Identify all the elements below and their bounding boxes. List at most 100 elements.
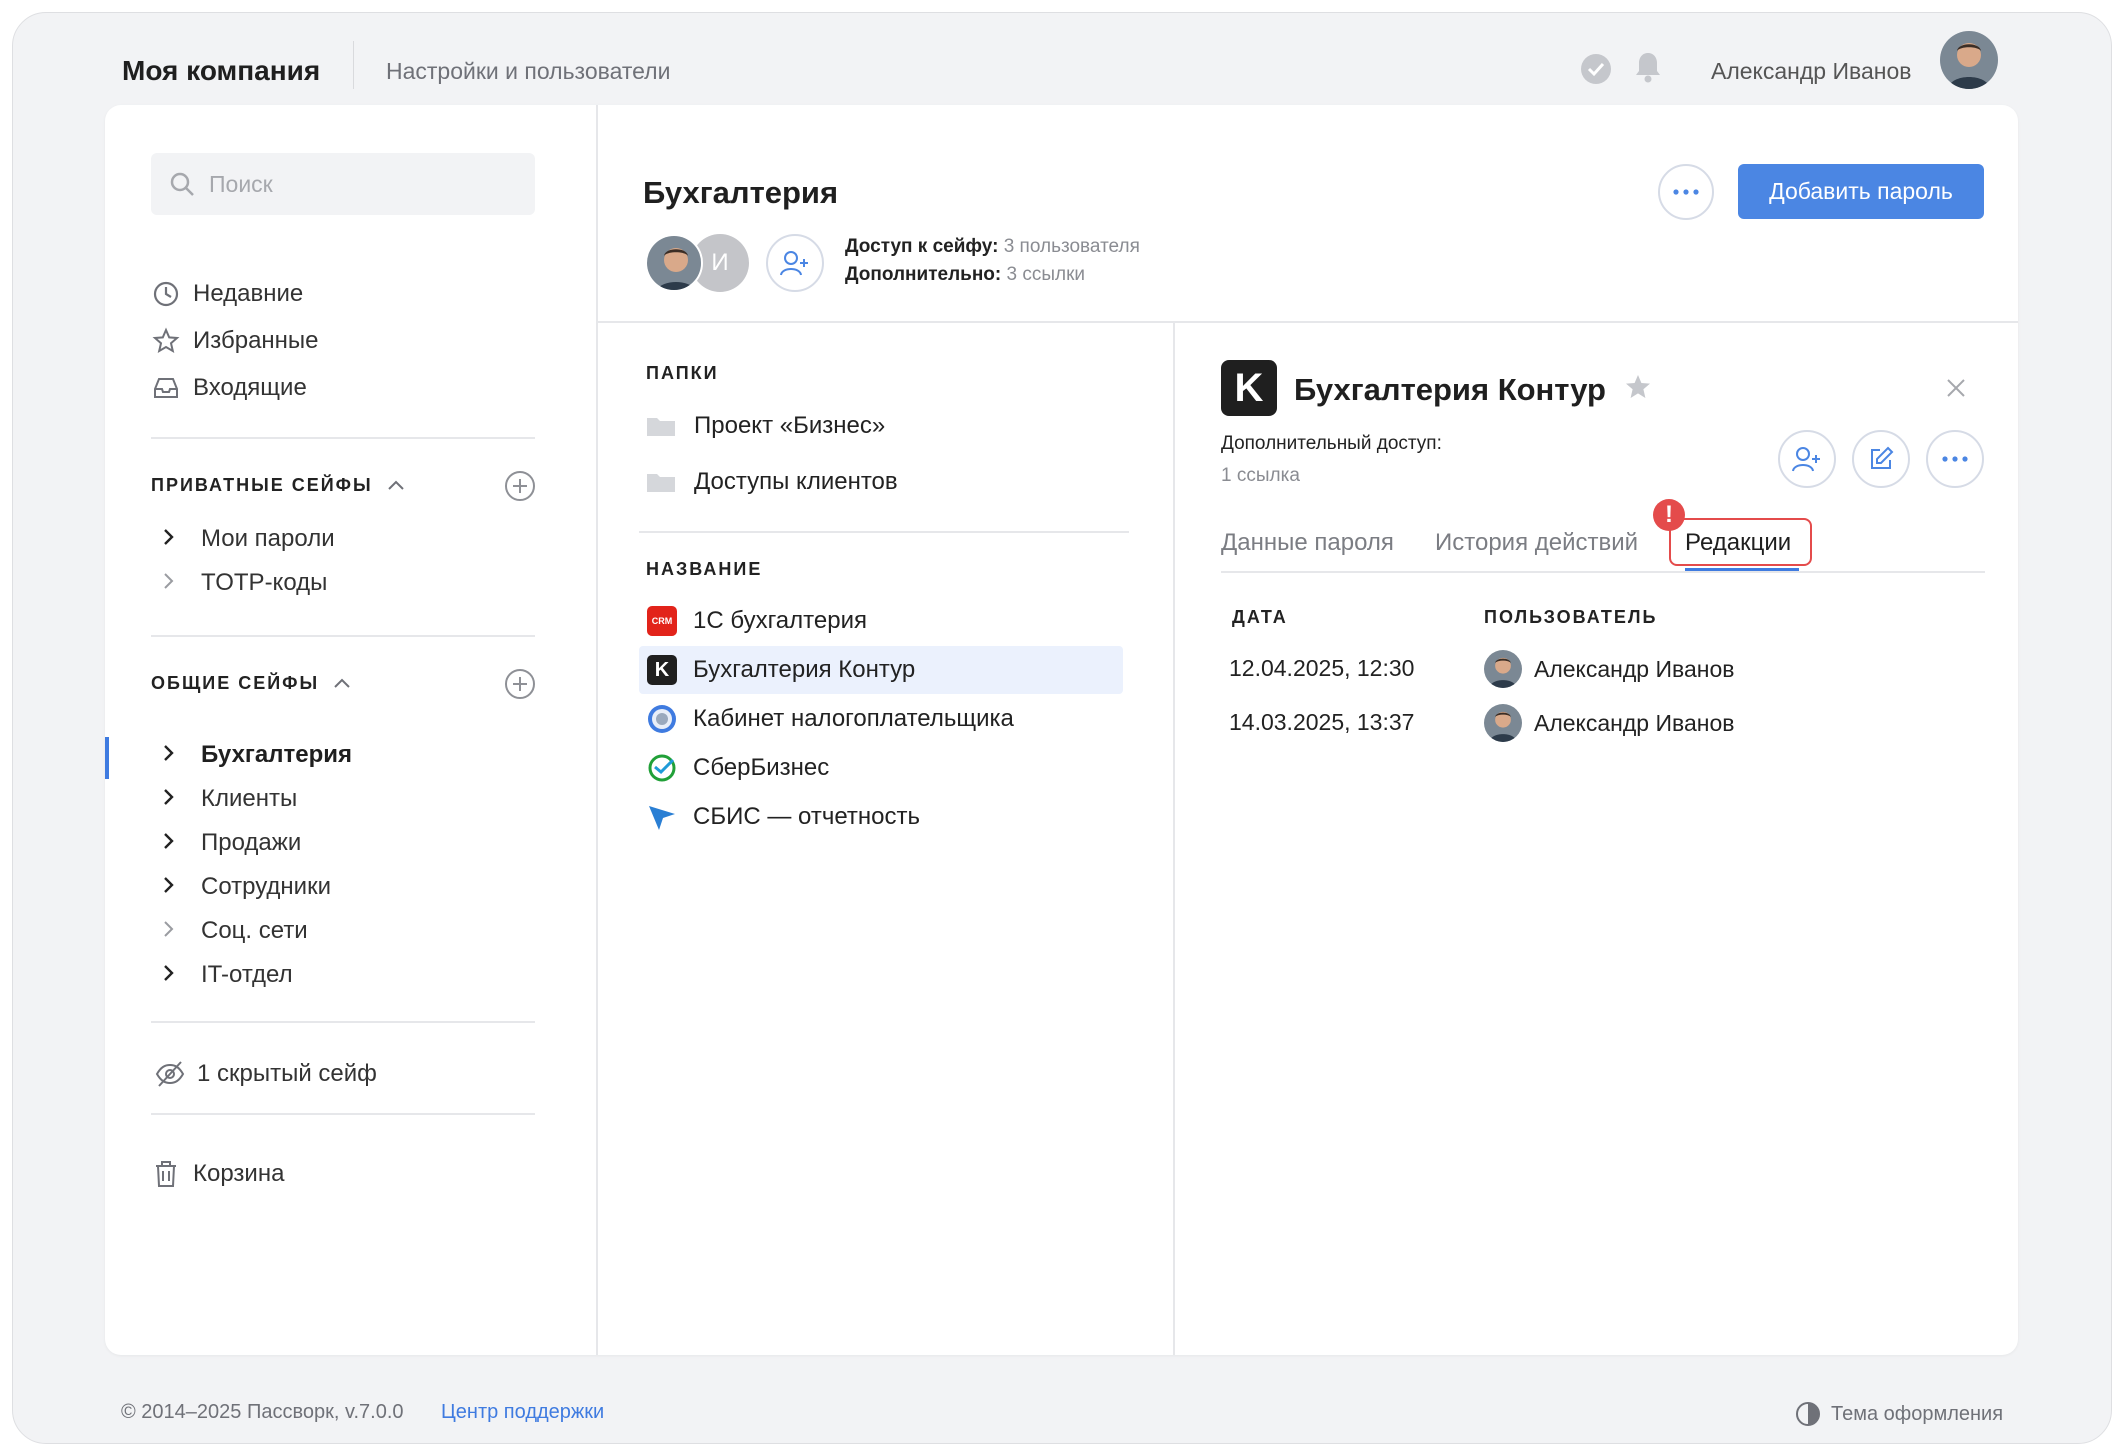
- vault-item[interactable]: Соц. сети: [163, 917, 308, 945]
- tabs-divider: [1221, 571, 1985, 573]
- add-user-button[interactable]: [766, 234, 824, 292]
- chevron-right-icon: [163, 830, 177, 856]
- chevron-right-icon: [163, 526, 177, 552]
- settings-link[interactable]: Настройки и пользователи: [386, 58, 670, 85]
- column-divider: [596, 105, 598, 1355]
- search-box[interactable]: [151, 153, 535, 215]
- nav-label: Избранные: [193, 327, 319, 354]
- vault-label: Соц. сети: [201, 917, 308, 944]
- folder-icon: [646, 415, 676, 437]
- vault-label: Клиенты: [201, 785, 298, 812]
- section-label: ОБЩИЕ СЕЙФЫ: [151, 673, 320, 693]
- vault-label: TOTP-коды: [201, 569, 328, 596]
- vault-label: IT-отдел: [201, 961, 293, 988]
- entry-label: Кабинет налогоплательщика: [693, 705, 1014, 732]
- vault-item[interactable]: Клиенты: [163, 785, 297, 813]
- kontur-logo: K: [1221, 360, 1277, 416]
- password-entry[interactable]: СБИС — отчетность: [639, 793, 1123, 841]
- add-user-icon: [1792, 447, 1820, 472]
- vault-item[interactable]: Мои пароли: [163, 525, 335, 553]
- inbox-icon: [151, 373, 181, 403]
- support-link[interactable]: Центр поддержки: [441, 1401, 604, 1424]
- more-icon: [1673, 189, 1699, 195]
- revision-user[interactable]: Александр Иванов: [1484, 704, 1734, 742]
- user-label: Александр Иванов: [1534, 655, 1735, 682]
- detail-title: Бухгалтерия Контур: [1294, 372, 1606, 407]
- kontur-logo-icon: K: [647, 655, 677, 685]
- user-name[interactable]: Александр Иванов: [1711, 58, 1911, 85]
- tab-history[interactable]: История действий: [1435, 529, 1638, 557]
- chevron-right-icon: [163, 570, 177, 596]
- divider: [151, 437, 535, 439]
- chevron-up-icon: [387, 475, 405, 496]
- nav-recent[interactable]: Недавние: [151, 279, 303, 309]
- vault-item[interactable]: IT-отдел: [163, 961, 293, 989]
- more-button[interactable]: [1658, 164, 1714, 220]
- edit-button[interactable]: [1852, 430, 1910, 488]
- revision-date: 14.03.2025, 13:37: [1229, 709, 1415, 735]
- vault-item[interactable]: TOTP-коды: [163, 569, 327, 597]
- password-entry-selected[interactable]: K Бухгалтерия Контур: [639, 646, 1123, 694]
- access-value: 3 пользователя: [1003, 236, 1140, 257]
- password-entry[interactable]: СберБизнес: [639, 744, 1123, 792]
- divider: [151, 1113, 535, 1115]
- vault-extra[interactable]: Дополнительно: 3 ссылки: [845, 264, 1085, 286]
- section-label: ПРИВАТНЫЕ СЕЙФЫ: [151, 475, 373, 495]
- column-header-user: ПОЛЬЗОВАТЕЛЬ: [1484, 607, 1658, 627]
- add-shared-vault-button[interactable]: [505, 669, 535, 699]
- close-icon[interactable]: [1945, 377, 1967, 404]
- revision-date: 12.04.2025, 12:30: [1229, 655, 1415, 681]
- revision-user[interactable]: Александр Иванов: [1484, 650, 1734, 688]
- app-window: Моя компания Настройки и пользователи Ал…: [12, 12, 2112, 1444]
- folder-icon: [646, 471, 676, 493]
- vault-access[interactable]: Доступ к сейфу: 3 пользователя: [845, 236, 1140, 258]
- shared-vaults-title[interactable]: ОБЩИЕ СЕЙФЫ: [151, 673, 351, 694]
- column-header-date: ДАТА: [1232, 607, 1288, 627]
- star-icon[interactable]: [1624, 373, 1652, 406]
- extra-access-value[interactable]: 1 ссылка: [1221, 465, 1300, 487]
- avatar: [1484, 650, 1522, 688]
- add-password-button[interactable]: Добавить пароль: [1738, 164, 1984, 219]
- chevron-right-icon: [163, 786, 177, 812]
- trash-link[interactable]: Корзина: [151, 1159, 284, 1189]
- avatar[interactable]: [1940, 31, 1998, 89]
- company-name[interactable]: Моя компания: [122, 55, 320, 87]
- theme-toggle[interactable]: Тема оформления: [1795, 1401, 2003, 1427]
- divider: [151, 635, 535, 637]
- hidden-label: 1 скрытый сейф: [197, 1060, 377, 1087]
- password-entry[interactable]: Кабинет налогоплательщика: [639, 695, 1123, 743]
- folders-title: ПАПКИ: [646, 363, 719, 383]
- vault-item-active[interactable]: Бухгалтерия: [163, 741, 352, 769]
- vault-item[interactable]: Продажи: [163, 829, 301, 857]
- tab-password-data[interactable]: Данные пароля: [1221, 529, 1394, 557]
- nav-inbox[interactable]: Входящие: [151, 373, 307, 403]
- tax-service-logo-icon: [647, 704, 677, 734]
- sber-logo-icon: [647, 753, 677, 783]
- eye-off-icon: [155, 1059, 185, 1089]
- vault-item[interactable]: Сотрудники: [163, 873, 331, 901]
- detail-more-button[interactable]: [1926, 430, 1984, 488]
- folder-item[interactable]: Доступы клиентов: [646, 468, 898, 496]
- folder-item[interactable]: Проект «Бизнес»: [646, 412, 885, 440]
- share-button[interactable]: [1778, 430, 1836, 488]
- nav-favorites[interactable]: Избранные: [151, 326, 319, 356]
- avatar[interactable]: [645, 234, 703, 292]
- avatar: [1484, 704, 1522, 742]
- hidden-vaults-link[interactable]: 1 скрытый сейф: [155, 1059, 377, 1089]
- add-private-vault-button[interactable]: [505, 471, 535, 501]
- clock-icon: [151, 279, 181, 309]
- more-icon: [1942, 456, 1968, 462]
- chevron-right-icon: [163, 874, 177, 900]
- header-divider: [598, 321, 2018, 323]
- private-vaults-title[interactable]: ПРИВАТНЫЕ СЕЙФЫ: [151, 475, 405, 496]
- vault-label: Бухгалтерия: [201, 741, 353, 768]
- bell-icon[interactable]: [1634, 51, 1662, 88]
- extra-label: Дополнительно:: [845, 264, 1002, 285]
- check-icon[interactable]: [1581, 54, 1611, 84]
- alert-badge: !: [1653, 499, 1685, 531]
- search-input[interactable]: [209, 153, 509, 215]
- access-label: Доступ к сейфу:: [845, 236, 999, 257]
- edit-icon: [1871, 446, 1894, 469]
- password-entry[interactable]: CRM 1С бухгалтерия: [639, 597, 1123, 645]
- tab-revisions[interactable]: Редакции: [1685, 529, 1791, 557]
